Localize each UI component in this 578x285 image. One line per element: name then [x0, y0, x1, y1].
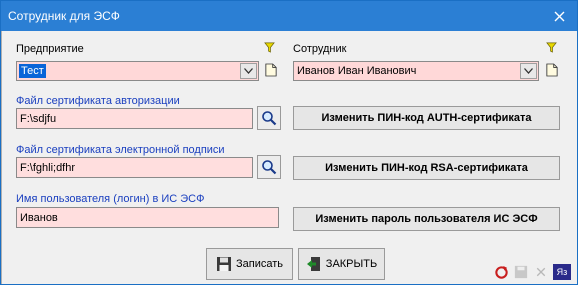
employee-selected-value: Иванов Иван Иванович: [297, 65, 417, 77]
title-bar: Сотрудник для ЭСФ: [1, 1, 577, 31]
save-button[interactable]: Записать: [206, 248, 293, 280]
sign-cert-label: Файл сертификата электронной подписи: [16, 144, 225, 156]
chevron-down-icon: [244, 68, 253, 74]
employee-filter-icon[interactable]: [543, 39, 559, 55]
dialog-body: Предприятие Тест Сотрудник Иванов Иван И…: [1, 31, 577, 284]
auth-cert-path-value: F:\sdjfu: [20, 113, 57, 125]
chevron-down-icon: [524, 68, 533, 74]
change-password-button[interactable]: Изменить пароль пользователя ИС ЭСФ: [293, 207, 560, 231]
enterprise-filter-icon[interactable]: [261, 39, 277, 55]
exit-door-icon: [306, 257, 320, 271]
close-button-label: ЗАКРЫТЬ: [325, 258, 378, 270]
document-icon: [546, 63, 558, 77]
sign-cert-path-value: F:\fghli;dfhr: [20, 162, 76, 174]
enterprise-dropdown-button[interactable]: [240, 63, 257, 79]
bottom-action-bar: Записать ЗАКРЫТЬ Яз: [1, 242, 577, 284]
enterprise-open-card-button[interactable]: [260, 59, 282, 81]
login-label: Имя пользователя (логин) в ИС ЭСФ: [16, 193, 205, 205]
login-value: Иванов: [20, 212, 58, 224]
window-title: Сотрудник для ЭСФ: [8, 9, 120, 23]
auth-cert-path-input[interactable]: F:\sdjfu: [16, 108, 253, 129]
change-rsa-pin-button[interactable]: Изменить ПИН-код RSA-сертификата: [293, 156, 560, 180]
enterprise-label: Предприятие: [16, 43, 84, 55]
enterprise-combobox[interactable]: Тест: [16, 61, 259, 81]
refresh-icon[interactable]: [493, 264, 509, 280]
disk-disabled-icon: [513, 264, 529, 280]
enterprise-selected-value: Тест: [19, 64, 46, 78]
close-icon: [554, 11, 564, 21]
auth-cert-browse-button[interactable]: [257, 106, 281, 130]
cancel-disabled-icon: [533, 264, 549, 280]
sign-cert-browse-button[interactable]: [257, 155, 281, 179]
employee-combobox[interactable]: Иванов Иван Иванович: [293, 61, 539, 81]
close-button[interactable]: ЗАКРЫТЬ: [298, 248, 385, 280]
close-window-button[interactable]: [541, 1, 577, 31]
status-icon-group: Яз: [493, 264, 571, 280]
employee-label: Сотрудник: [293, 43, 347, 55]
save-button-label: Записать: [235, 258, 283, 270]
employee-open-card-button[interactable]: [541, 59, 563, 81]
document-icon: [265, 63, 277, 77]
search-icon: [262, 111, 277, 126]
floppy-disk-icon: [216, 257, 231, 271]
employee-dropdown-button[interactable]: [520, 63, 537, 79]
change-auth-pin-button[interactable]: Изменить ПИН-код AUTH-сертификата: [293, 106, 560, 130]
sign-cert-path-input[interactable]: F:\fghli;dfhr: [16, 157, 253, 178]
search-icon: [262, 160, 277, 175]
login-input[interactable]: Иванов: [16, 207, 279, 228]
auth-cert-label: Файл сертификата авторизации: [16, 95, 180, 107]
language-indicator[interactable]: Яз: [553, 264, 571, 280]
employee-esf-dialog: Сотрудник для ЭСФ Предприятие Тест Сотру…: [0, 0, 578, 285]
